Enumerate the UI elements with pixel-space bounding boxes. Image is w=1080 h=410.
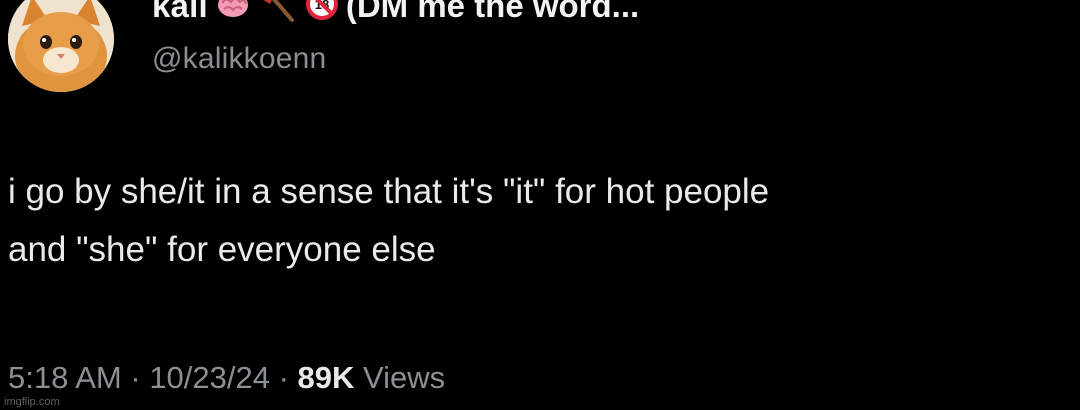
orange-cat-avatar-icon	[8, 0, 114, 92]
display-name[interactable]: kali	[152, 0, 208, 25]
display-name-row[interactable]: kali 18 (DM me the word...	[152, 0, 639, 26]
tweet-text-line-1: i go by she/it in a sense that it's "it"…	[8, 172, 770, 211]
tweet-date[interactable]: 10/23/24	[149, 360, 270, 395]
axe-emoji-icon	[258, 0, 298, 27]
watermark: imgflip.com	[4, 396, 60, 408]
meta-separator: ·	[269, 360, 298, 395]
meta-separator: ·	[121, 360, 150, 395]
tweet: kali 18 (DM me the word... @kalikkoenn	[0, 0, 1080, 410]
tweet-time[interactable]: 5:18 AM	[8, 360, 122, 395]
views-count[interactable]: 89K	[298, 360, 355, 395]
display-name-suffix: (DM me the word...	[345, 0, 640, 24]
brain-emoji-icon	[216, 0, 250, 24]
no-one-under-eighteen-icon: 18	[305, 0, 338, 25]
avatar[interactable]	[8, 0, 114, 92]
tweet-meta: 5:18 AM · 10/23/24 · 89K Views	[8, 360, 445, 396]
tweet-text-line-2: and "she" for everyone else	[8, 230, 436, 269]
views-label: Views	[354, 360, 446, 395]
user-handle[interactable]: @kalikkoenn	[152, 42, 326, 76]
tweet-text: i go by she/it in a sense that it's "it"…	[8, 163, 1068, 279]
